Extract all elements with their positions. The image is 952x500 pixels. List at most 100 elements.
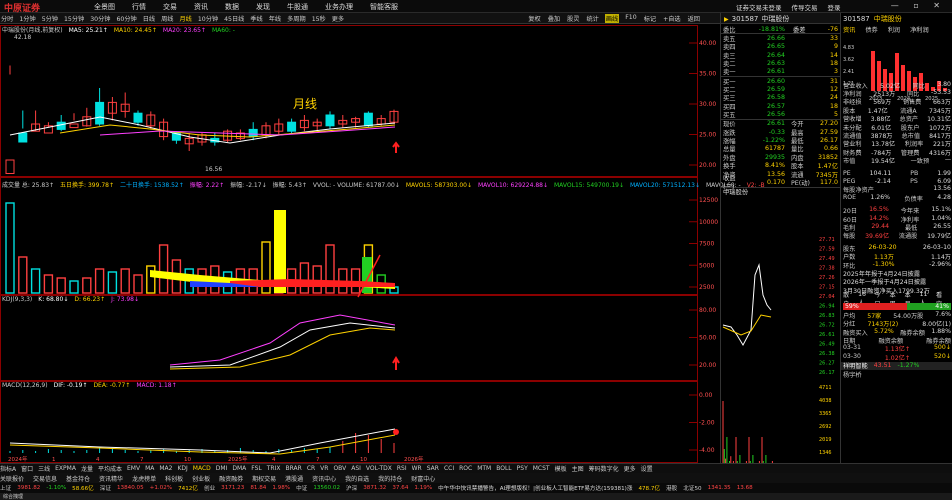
indicator-tab-26[interactable]: MTM [477, 465, 491, 472]
indicator-tab-2[interactable]: 三线 [38, 464, 50, 473]
indicator-tab-11[interactable]: DMI [216, 465, 228, 472]
tool-7[interactable]: +自选 [662, 14, 682, 23]
period-2[interactable]: 5分钟 [41, 14, 59, 23]
function-tab-13[interactable]: 财富中心 [411, 474, 435, 483]
nav-1[interactable]: 行情 [132, 2, 146, 12]
tool-6[interactable]: 标记 [643, 14, 657, 23]
indicator-tab-27[interactable]: BOLL [496, 465, 511, 472]
indicator-tab-10[interactable]: MACD [193, 465, 211, 472]
function-tab-7[interactable]: 融资融券 [219, 474, 243, 483]
indicator-tab-29[interactable]: MCST [533, 465, 550, 472]
indicator-tab-12[interactable]: DMA [232, 465, 246, 472]
indicator-tab-30[interactable]: 模板 [555, 464, 567, 473]
tool-8[interactable]: 返回 [687, 14, 701, 23]
indicator-tab-21[interactable]: RSI [397, 465, 407, 472]
function-tab-5[interactable]: 科创板 [165, 474, 183, 483]
tool-1[interactable]: 叠加 [547, 14, 561, 23]
indicator-tab-6[interactable]: EMV [127, 465, 140, 472]
indicator-tab-3[interactable]: EXPMA [55, 465, 76, 472]
function-tab-3[interactable]: 资讯精华 [99, 474, 123, 483]
top-link-2[interactable]: 登录 [828, 2, 841, 12]
indicator-tab-15[interactable]: BRAR [285, 465, 301, 472]
period-4[interactable]: 30分钟 [89, 14, 111, 23]
indicator-tab-17[interactable]: VR [320, 465, 328, 472]
indicator-tab-13[interactable]: FSL [251, 465, 262, 472]
mini-tick: 27.49 [819, 256, 835, 262]
function-tab-6[interactable]: 创业板 [192, 474, 210, 483]
function-tab-9[interactable]: 港股通 [285, 474, 303, 483]
nav-2[interactable]: 交易 [163, 2, 177, 12]
period-5[interactable]: 60分钟 [116, 14, 138, 23]
indicator-tab-34[interactable]: 设置 [641, 464, 653, 473]
period-0[interactable]: 分时 [0, 14, 14, 23]
volume-bar [120, 268, 130, 294]
indicator-tab-19[interactable]: ASI [351, 465, 361, 472]
indicator-tab-16[interactable]: CR [307, 465, 315, 472]
period-13[interactable]: 多周期 [286, 14, 307, 23]
indicator-tab-14[interactable]: TRIX [267, 465, 281, 472]
function-tab-2[interactable]: 基金持仓 [66, 474, 90, 483]
period-1[interactable]: 1分钟 [18, 14, 36, 23]
tool-5[interactable]: F10 [624, 14, 637, 23]
period-14[interactable]: 15秒 [311, 14, 327, 23]
nav-5[interactable]: 发现 [256, 2, 270, 12]
indicator-tab-1[interactable]: 窗口 [21, 464, 33, 473]
fin-tab-2[interactable]: 利润 [888, 25, 900, 34]
related-stock-2[interactable]: 杨宇桥 [841, 370, 952, 379]
nav-6[interactable]: 牛股通 [287, 2, 308, 12]
period-12[interactable]: 年线 [268, 14, 282, 23]
period-11[interactable]: 季线 [249, 14, 263, 23]
period-9[interactable]: 10分钟 [197, 14, 219, 23]
indicator-tab-32[interactable]: 筹码数字化 [589, 464, 619, 473]
intraday-mini-chart[interactable]: 27.71 27.59 27.49 27.38 27.26 27.15 27.04 26.94… [721, 235, 841, 495]
window-controls[interactable]: — ▫ ✕ [891, 1, 946, 10]
function-tab-12[interactable]: 我的持仓 [378, 474, 402, 483]
period-8[interactable]: 月线 [179, 14, 193, 23]
period-15[interactable]: 更多 [331, 14, 345, 23]
fin-tab-1[interactable]: 债券 [865, 25, 877, 34]
stat-value2: 31852 [817, 153, 838, 161]
nav-4[interactable]: 数据 [225, 2, 239, 12]
nav-7[interactable]: 业务办理 [325, 2, 353, 12]
indicator-tab-22[interactable]: WR [412, 465, 422, 472]
indicator-tab-8[interactable]: MA2 [159, 465, 172, 472]
indicator-tab-7[interactable]: MA [145, 465, 154, 472]
indicator-tab-33[interactable]: 更多 [624, 464, 636, 473]
ask-row[interactable]: 卖一 26.61 3 [721, 68, 840, 76]
ask-row-volume: 14 [829, 51, 838, 59]
nav-0[interactable]: 全景图 [94, 2, 115, 12]
tool-0[interactable]: 复权 [527, 14, 541, 23]
period-10[interactable]: 45日线 [223, 14, 245, 23]
function-tab-4[interactable]: 龙虎榜单 [132, 474, 156, 483]
indicator-tab-4[interactable]: 龙量 [81, 464, 93, 473]
function-tab-10[interactable]: 资讯中心 [312, 474, 336, 483]
top-link-0[interactable]: 证券交易未登录 [736, 2, 782, 12]
indicator-tab-5[interactable]: 平均成本 [98, 464, 122, 473]
tool-4[interactable]: 画线 [604, 13, 620, 23]
kline-chart-svg[interactable]: 40.00 35.00 30.00 25.00 20.00 12500 10000 7500 5… [0, 25, 720, 463]
period-6[interactable]: 日线 [142, 14, 156, 23]
indicator-tab-23[interactable]: SAR [427, 465, 439, 472]
period-3[interactable]: 15分钟 [63, 14, 85, 23]
indicator-tab-25[interactable]: ROC [459, 465, 472, 472]
function-tab-0[interactable]: 关联报价 [0, 474, 24, 483]
indicator-tab-18[interactable]: OBV [333, 465, 346, 472]
bid-row[interactable]: 买五 26.56 5 [721, 110, 840, 119]
indicator-tab-0[interactable]: 指标A [0, 464, 16, 473]
function-tab-1[interactable]: 交易信息 [33, 474, 57, 483]
nav-3[interactable]: 资讯 [194, 2, 208, 12]
chart-area[interactable]: 40.00 35.00 30.00 25.00 20.00 12500 10000 7500 5… [0, 25, 765, 463]
indicator-tab-20[interactable]: VOL-TDX [366, 465, 392, 472]
tool-2[interactable]: 股灵 [566, 14, 580, 23]
function-tab-8[interactable]: 期权交易 [252, 474, 276, 483]
function-tab-11[interactable]: 我的自选 [345, 474, 369, 483]
indicator-tab-9[interactable]: KDJ [177, 465, 187, 472]
nav-8[interactable]: 智能客服 [370, 2, 398, 12]
fin-tab-0[interactable]: 资讯 [843, 25, 855, 34]
top-link-1[interactable]: 传导交易 [792, 2, 818, 12]
indicator-tab-28[interactable]: PSY [517, 465, 528, 472]
period-7[interactable]: 周线 [160, 14, 174, 23]
indicator-tab-24[interactable]: CCI [444, 465, 454, 472]
indicator-tab-31[interactable]: 主图 [572, 464, 584, 473]
tool-3[interactable]: 统计 [586, 14, 600, 23]
